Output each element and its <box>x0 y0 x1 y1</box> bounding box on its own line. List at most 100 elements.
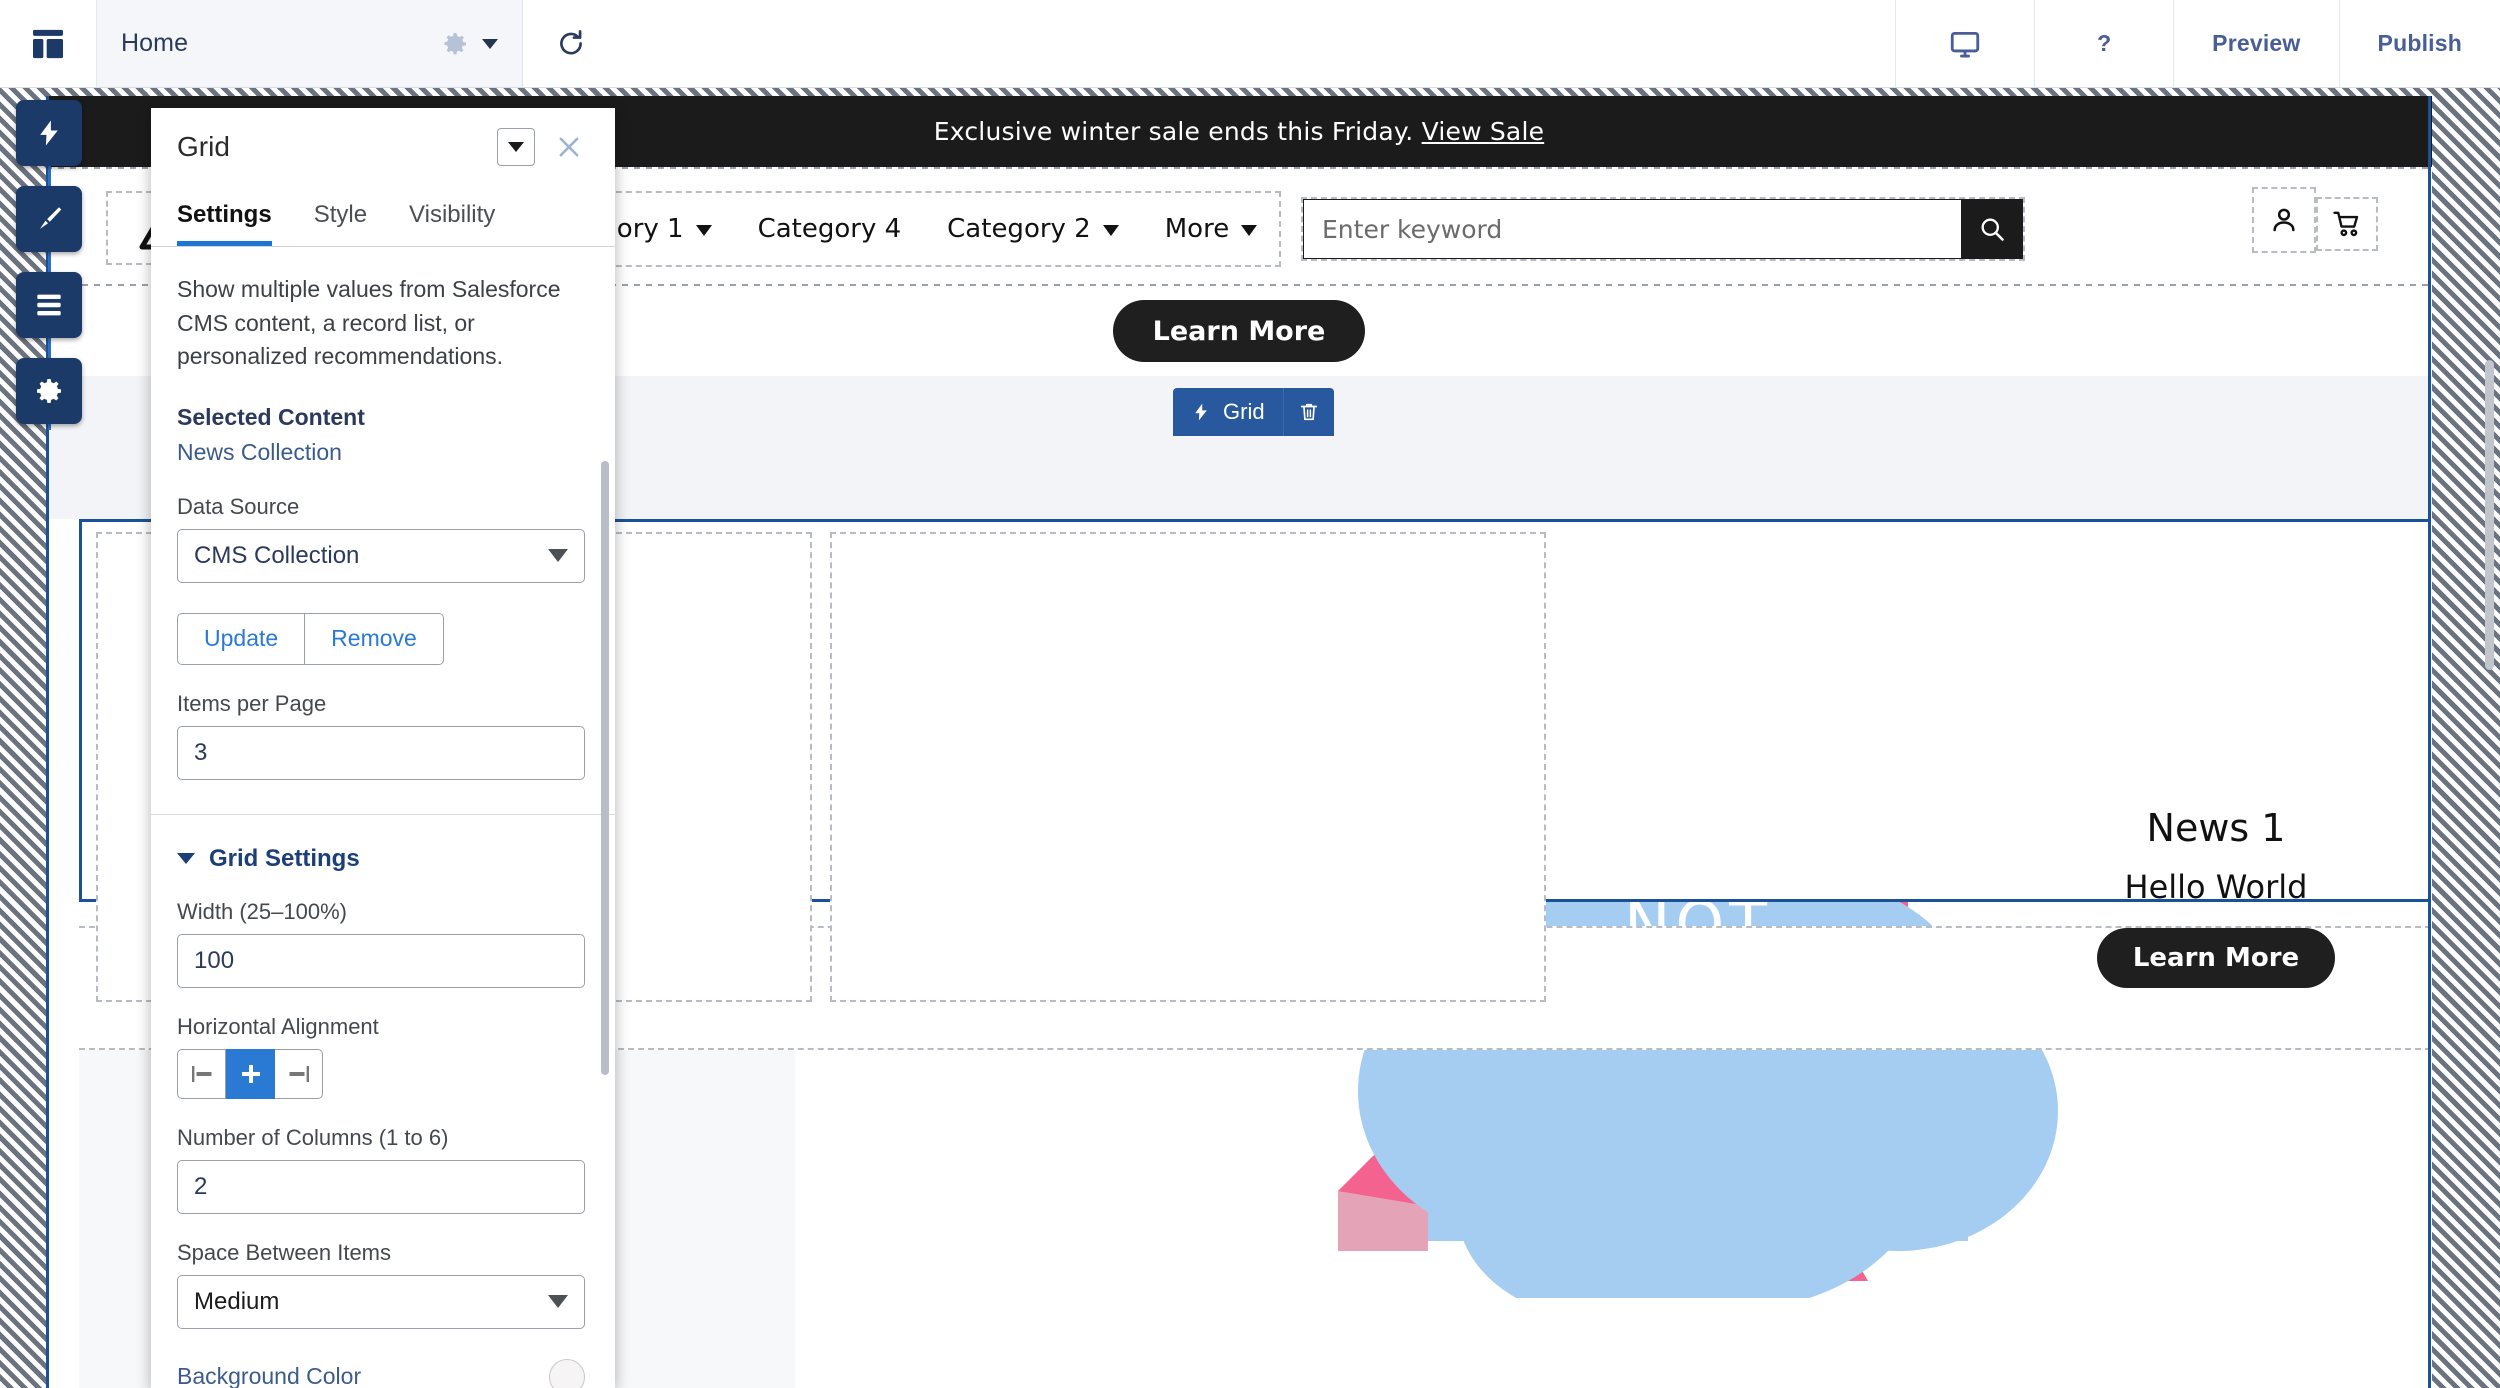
grid-badge-button[interactable]: Grid <box>1173 388 1283 436</box>
gear-settings-icon <box>37 379 61 403</box>
panel-scroll-region: Show multiple values from Salesforce CMS… <box>151 247 615 1388</box>
nav-item-label: Category 4 <box>757 214 902 244</box>
search-icon <box>1981 218 2004 241</box>
account-button[interactable] <box>2252 187 2316 253</box>
page-title: Home <box>121 29 189 57</box>
grid-settings-label: Grid Settings <box>209 844 360 872</box>
horizontal-alignment-label: Horizontal Alignment <box>177 1013 379 1039</box>
tab-settings[interactable]: Settings <box>177 201 272 246</box>
panel-close-button[interactable] <box>549 127 589 167</box>
sidebar-item-theme[interactable] <box>16 186 82 252</box>
grid-component-badge: Grid <box>1173 388 1334 436</box>
close-icon <box>559 137 579 157</box>
grid-card-news-1-image[interactable] <box>830 532 1546 1002</box>
caret-down-icon <box>508 142 524 152</box>
gear-icon <box>444 32 466 54</box>
columns-label: Number of Columns (1 to 6) <box>177 1124 449 1150</box>
caret-down-icon <box>482 38 498 49</box>
panel-body: Show multiple values from Salesforce CMS… <box>151 247 615 1388</box>
align-center-button[interactable] <box>226 1048 275 1099</box>
panel-collapse-button[interactable] <box>497 128 535 166</box>
items-per-page-label: Items per Page <box>177 690 327 716</box>
align-left-icon <box>191 1065 211 1082</box>
nav-links-group: Category 1 Category 4 Category 2 More <box>516 191 1282 267</box>
announcement-message: Exclusive winter sale ends this Friday. <box>933 117 1414 146</box>
panel-title: Grid <box>177 131 230 162</box>
publish-button[interactable]: Publish <box>2338 0 2500 87</box>
search-input[interactable] <box>1303 199 1961 259</box>
align-right-button[interactable] <box>275 1048 323 1099</box>
preview-button[interactable]: Preview <box>2173 0 2338 87</box>
panel-header: Grid <box>151 108 615 186</box>
sidebar-item-pages[interactable] <box>16 272 82 338</box>
background-color-swatch[interactable] <box>549 1358 585 1388</box>
nav-item-label: More <box>1164 214 1230 244</box>
nav-item-category-2[interactable]: Category 2 <box>947 214 1119 244</box>
data-source-label: Data Source <box>177 493 300 519</box>
background-color-row: Background Color <box>177 1358 585 1388</box>
view-sale-link[interactable]: View Sale <box>1422 117 1545 146</box>
grid-delete-button[interactable] <box>1282 388 1334 436</box>
columns-input[interactable] <box>177 1159 585 1214</box>
width-input[interactable] <box>177 933 585 988</box>
layers-pages-icon <box>37 294 61 316</box>
cart-icon <box>2333 211 2359 237</box>
canvas-scrollbar[interactable] <box>2485 360 2494 670</box>
search-button[interactable] <box>1961 199 2023 259</box>
horizontal-alignment-group <box>177 1048 585 1099</box>
space-between-items-label: Space Between Items <box>177 1239 392 1265</box>
sidebar-item-components[interactable] <box>16 100 82 166</box>
selected-content-label: Selected Content <box>177 403 365 430</box>
brush-theme-icon <box>39 207 62 229</box>
panel-scrollbar[interactable] <box>601 461 609 1075</box>
content-actions: Update Remove <box>177 612 585 665</box>
chevron-down-icon <box>695 225 712 236</box>
sidebar-item-settings[interactable] <box>16 358 82 424</box>
width-label: Width (25–100%) <box>177 898 347 924</box>
nav-item-category-4[interactable]: Category 4 <box>758 214 902 244</box>
page-selector[interactable]: Home <box>97 0 523 87</box>
nav-utility-icons <box>2252 187 2378 253</box>
grid-badge-label: Grid <box>1223 399 1265 424</box>
announcement-text: Exclusive winter sale ends this Friday. … <box>934 117 1544 146</box>
grid-card-news-1-text[interactable]: News 1 Hello World Learn More <box>2006 806 2426 1016</box>
items-per-page-input[interactable] <box>177 725 585 780</box>
toolbar-actions: ? Preview Publish <box>1895 0 2500 87</box>
component-property-panel: Grid Settings Style Visibility Show mult… <box>151 108 615 1388</box>
hero-learn-more-button[interactable]: Learn More <box>1112 300 1366 362</box>
card-excerpt: Hello World <box>2124 868 2308 906</box>
space-between-items-select[interactable]: Medium <box>177 1274 585 1329</box>
desktop-icon <box>1951 31 1980 57</box>
nav-item-label: Category 2 <box>947 214 1091 244</box>
chevron-down-icon <box>548 1295 568 1309</box>
tab-style[interactable]: Style <box>314 201 367 246</box>
page-settings-button[interactable] <box>440 29 498 59</box>
builder-rail <box>16 100 82 430</box>
refresh-icon <box>560 29 582 54</box>
chevron-down-icon <box>1241 225 1258 236</box>
tab-visibility[interactable]: Visibility <box>409 201 495 246</box>
remove-button[interactable]: Remove <box>305 612 444 665</box>
lightning-components-icon <box>40 120 58 146</box>
refresh-button[interactable] <box>523 0 619 87</box>
nav-item-more[interactable]: More <box>1164 214 1258 244</box>
builder-toolbar: Home ? Preview Publish <box>0 0 2500 88</box>
chevron-down-icon <box>1102 225 1119 236</box>
selected-content-link[interactable]: News Collection <box>177 439 585 466</box>
align-right-icon <box>289 1065 309 1082</box>
app-logo[interactable] <box>0 0 97 87</box>
card-learn-more-button[interactable]: Learn More <box>2096 928 2336 988</box>
data-source-select[interactable]: CMS Collection <box>177 528 585 583</box>
help-button[interactable]: ? <box>2034 0 2173 87</box>
trash-icon <box>1300 403 1317 421</box>
space-between-items-value: Medium <box>194 1287 280 1315</box>
user-icon <box>2273 208 2295 232</box>
device-preview-button[interactable] <box>1895 0 2034 87</box>
card-title: News 1 <box>2146 806 2286 850</box>
align-left-button[interactable] <box>177 1048 226 1099</box>
update-button[interactable]: Update <box>177 612 306 665</box>
grid-settings-section-header[interactable]: Grid Settings <box>177 845 585 873</box>
panel-divider <box>151 813 615 815</box>
cart-button[interactable] <box>2316 197 2378 251</box>
